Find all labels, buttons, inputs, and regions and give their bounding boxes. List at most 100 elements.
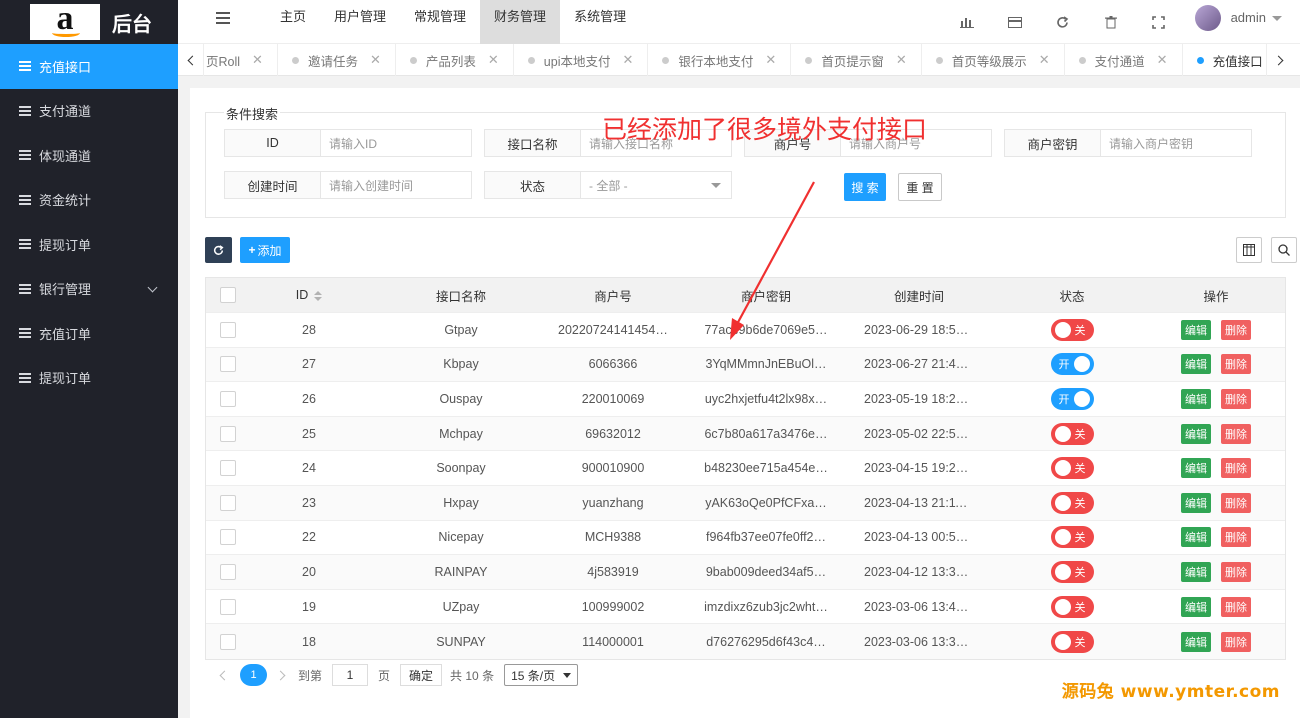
top-nav-item-1[interactable]: 用户管理 [320,0,400,44]
status-toggle[interactable]: 关 [1050,318,1094,341]
edit-button[interactable]: 编辑 [1181,561,1211,582]
delete-button[interactable]: 删除 [1221,354,1251,375]
delete-button[interactable]: 删除 [1221,527,1251,548]
logo[interactable]: a 后台 [0,0,178,44]
chevron-down-icon[interactable] [1272,15,1282,21]
row-checkbox[interactable] [206,563,250,580]
user-name[interactable]: admin [1231,10,1266,25]
sidebar-item-2[interactable]: 体现通道 [0,133,178,178]
table-refresh-button[interactable] [205,237,232,263]
status-toggle[interactable]: 关 [1050,630,1094,653]
menu-fold-icon[interactable] [216,12,230,24]
status-toggle[interactable]: 关 [1050,526,1094,549]
goto-ok-button[interactable]: 确定 [400,664,443,686]
tab-5[interactable]: 首页提示窗 ✕ [791,44,922,76]
status-toggle[interactable]: 关 [1050,595,1094,618]
tabs-next-button[interactable] [1266,44,1292,76]
next-page-icon[interactable] [275,670,286,680]
page-size-select[interactable]: 15 条/页 [504,664,579,686]
tab-2[interactable]: 产品列表 ✕ [396,44,514,76]
tab-0[interactable]: 页Roll ✕ [204,44,278,76]
reset-button[interactable]: 重 置 [898,173,942,201]
search-input[interactable]: 请输入商户密钥 [1101,130,1251,156]
status-toggle[interactable]: 开 [1050,387,1094,410]
trash-icon[interactable] [1087,5,1135,39]
close-icon[interactable]: ✕ [252,52,263,68]
select-all-checkbox[interactable] [206,287,250,303]
search-input[interactable]: 请输入ID [321,130,471,156]
status-toggle[interactable]: 关 [1050,560,1094,583]
row-checkbox[interactable] [206,633,250,650]
edit-button[interactable]: 编辑 [1181,423,1211,444]
row-checkbox[interactable] [206,529,250,546]
row-checkbox[interactable] [206,460,250,477]
tab-6[interactable]: 首页等级展示 ✕ [922,44,1065,76]
row-checkbox[interactable] [206,321,250,338]
delete-button[interactable]: 删除 [1221,561,1251,582]
edit-button[interactable]: 编辑 [1181,527,1211,548]
tabs-prev-button[interactable] [178,44,204,76]
table-search-button[interactable] [1271,237,1297,263]
chart-icon[interactable] [943,5,991,39]
close-icon[interactable]: ✕ [622,52,633,68]
status-toggle[interactable]: 关 [1050,422,1094,445]
edit-button[interactable]: 编辑 [1181,458,1211,479]
row-checkbox[interactable] [206,356,250,373]
tab-8[interactable]: 充值接口✕ [1183,44,1266,76]
delete-button[interactable]: 删除 [1221,319,1251,340]
edit-button[interactable]: 编辑 [1181,631,1211,652]
sidebar-item-6[interactable]: 充值订单 [0,311,178,356]
close-icon[interactable]: ✕ [896,52,907,68]
sidebar-item-4[interactable]: 提现订单 [0,222,178,267]
sidebar-item-7[interactable]: 提现订单 [0,356,178,401]
status-toggle[interactable]: 关 [1050,491,1094,514]
fullscreen-icon[interactable] [1135,5,1183,39]
top-nav-item-0[interactable]: 主页 [266,0,320,44]
card-icon[interactable] [991,5,1039,39]
edit-button[interactable]: 编辑 [1181,596,1211,617]
delete-button[interactable]: 删除 [1221,458,1251,479]
sidebar-item-1[interactable]: 支付通道 [0,89,178,134]
col-header-id[interactable]: ID [250,288,368,302]
sidebar-item-0[interactable]: 充值接口 [0,44,178,89]
status-select[interactable]: - 全部 - [581,172,731,198]
add-button[interactable]: + 添加 [240,237,290,263]
close-icon[interactable]: ✕ [765,52,776,68]
current-page[interactable]: 1 [240,664,267,686]
sidebar-item-3[interactable]: 资金统计 [0,178,178,223]
sidebar-item-5[interactable]: 银行管理 [0,267,178,312]
delete-button[interactable]: 删除 [1221,423,1251,444]
user-avatar[interactable] [1194,5,1221,31]
search-input[interactable]: 请输入创建时间 [321,172,471,198]
delete-button[interactable]: 删除 [1221,631,1251,652]
edit-button[interactable]: 编辑 [1181,388,1211,409]
top-nav-item-3[interactable]: 财务管理 [480,0,561,44]
row-checkbox[interactable] [206,425,250,442]
status-toggle[interactable]: 关 [1050,457,1094,480]
refresh-icon[interactable] [1039,5,1087,39]
tab-4[interactable]: 银行本地支付 ✕ [648,44,792,76]
close-icon[interactable]: ✕ [1039,52,1050,68]
top-nav-item-2[interactable]: 常规管理 [400,0,480,44]
row-checkbox[interactable] [206,598,250,615]
status-toggle[interactable]: 开 [1050,353,1094,376]
columns-filter-button[interactable] [1236,237,1262,263]
delete-button[interactable]: 删除 [1221,596,1251,617]
delete-button[interactable]: 删除 [1221,388,1251,409]
edit-button[interactable]: 编辑 [1181,492,1211,513]
edit-button[interactable]: 编辑 [1181,354,1211,375]
top-nav-item-4[interactable]: 系统管理 [560,0,640,44]
row-checkbox[interactable] [206,494,250,511]
close-icon[interactable]: ✕ [370,52,381,68]
delete-button[interactable]: 删除 [1221,492,1251,513]
edit-button[interactable]: 编辑 [1181,319,1211,340]
row-checkbox[interactable] [206,390,250,407]
tab-3[interactable]: upi本地支付 ✕ [514,44,649,76]
tab-7[interactable]: 支付通道 ✕ [1065,44,1183,76]
search-button[interactable]: 搜 索 [844,173,886,201]
sort-icon[interactable] [314,290,323,301]
tab-1[interactable]: 邀请任务 ✕ [278,44,396,76]
close-icon[interactable]: ✕ [1157,52,1168,68]
prev-page-icon[interactable] [219,670,230,680]
close-icon[interactable]: ✕ [488,52,499,68]
